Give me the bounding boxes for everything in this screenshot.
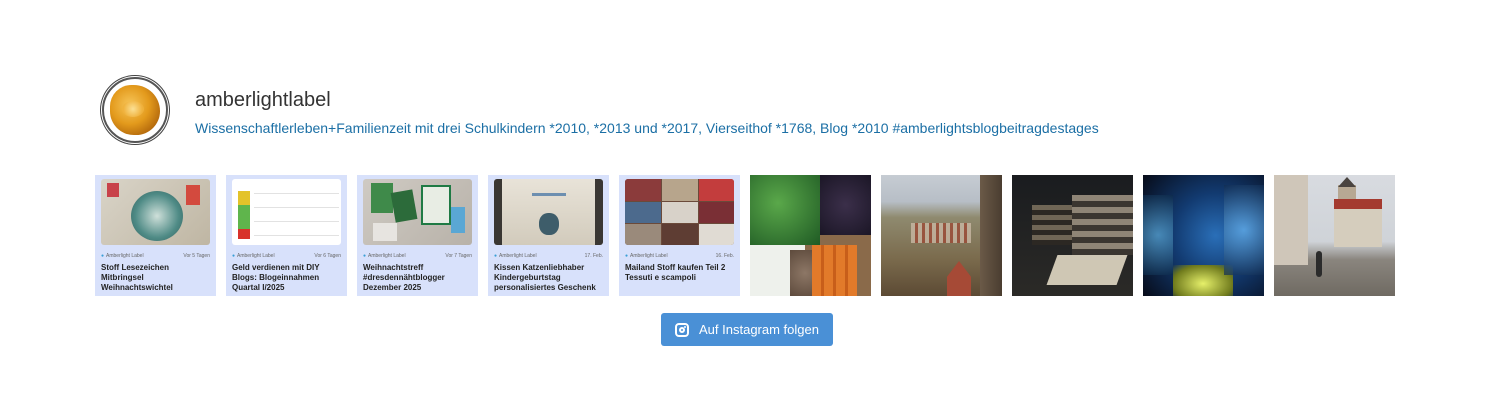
post-photo-illuminated-cave: [1143, 175, 1264, 296]
post-tile-10[interactable]: [1274, 175, 1395, 296]
post-author: Amberlight Label: [363, 253, 406, 259]
profile-header: amberlightlabel Wissenschaftlerleben+Fam…: [100, 75, 1400, 147]
post-tile-4[interactable]: Amberlight Label 17. Feb. Kissen Katzenl…: [488, 175, 609, 296]
instagram-icon: [675, 322, 690, 337]
post-meta: Amberlight Label 17. Feb.: [494, 253, 603, 259]
post-meta: Amberlight Label Vor 6 Tagen: [232, 253, 341, 259]
post-time: Vor 5 Tagen: [183, 253, 210, 259]
post-meta: Amberlight Label Vor 5 Tagen: [101, 253, 210, 259]
post-tile-7[interactable]: [881, 175, 1002, 296]
post-meta: Amberlight Label 16. Feb.: [625, 253, 734, 259]
avatar-amber-highlight: [122, 101, 144, 117]
follow-on-instagram-button[interactable]: Auf Instagram folgen: [661, 313, 833, 346]
post-tile-8[interactable]: [1012, 175, 1133, 296]
post-thumbnail: [625, 179, 734, 245]
post-tile-1[interactable]: Amberlight Label Vor 5 Tagen Stoff Lesez…: [95, 175, 216, 296]
post-author: Amberlight Label: [232, 253, 275, 259]
post-title: Geld verdienen mit DIY Blogs: Blogeinnah…: [232, 263, 320, 292]
post-author: Amberlight Label: [494, 253, 537, 259]
post-meta: Amberlight Label Vor 7 Tagen: [363, 253, 472, 259]
profile-bio: Wissenschaftlerleben+Familienzeit mit dr…: [195, 120, 1099, 136]
post-thumbnail: [494, 179, 603, 245]
post-title: Weihnachtstreff #dresdennähtblogger Deze…: [363, 263, 445, 292]
post-author: Amberlight Label: [625, 253, 668, 259]
follow-button-label: Auf Instagram folgen: [699, 322, 819, 337]
avatar[interactable]: [100, 75, 170, 145]
post-photo-museum-interior: [1012, 175, 1133, 296]
post-thumbnail: [232, 179, 341, 245]
post-time: Vor 7 Tagen: [445, 253, 472, 259]
post-author: Amberlight Label: [101, 253, 144, 259]
post-tile-9[interactable]: [1143, 175, 1264, 296]
post-photo-castle-courtyard: [1274, 175, 1395, 296]
post-title: Mailand Stoff kaufen Teil 2 Tessuti e sc…: [625, 263, 726, 282]
post-grid: Amberlight Label Vor 5 Tagen Stoff Lesez…: [95, 175, 1405, 296]
post-tile-6[interactable]: [750, 175, 871, 296]
post-tile-2[interactable]: Amberlight Label Vor 6 Tagen Geld verdie…: [226, 175, 347, 296]
post-photo-vegetables: [750, 175, 871, 296]
post-title: Stoff Lesezeichen Mitbringsel Weihnachts…: [101, 263, 173, 292]
post-time: Vor 6 Tagen: [314, 253, 341, 259]
post-title: Kissen Katzenliebhaber Kindergeburtstag …: [494, 263, 596, 292]
post-photo-village-landscape: [881, 175, 1002, 296]
post-thumbnail: [363, 179, 472, 245]
post-thumbnail: [101, 179, 210, 245]
post-tile-3[interactable]: Amberlight Label Vor 7 Tagen Weihnachtst…: [357, 175, 478, 296]
post-time: 17. Feb.: [584, 253, 603, 259]
profile-username[interactable]: amberlightlabel: [195, 89, 331, 112]
post-time: 16. Feb.: [715, 253, 734, 259]
post-tile-5[interactable]: Amberlight Label 16. Feb. Mailand Stoff …: [619, 175, 740, 296]
